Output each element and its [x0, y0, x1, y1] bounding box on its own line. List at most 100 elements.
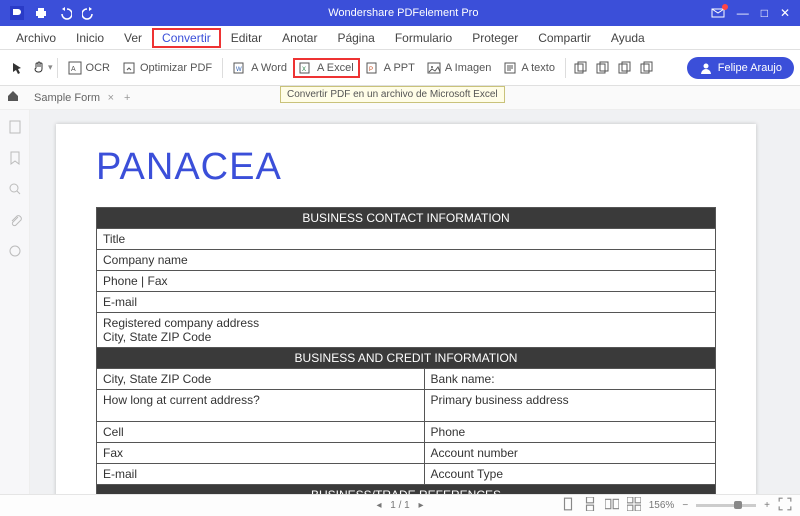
s1-row-address: Registered company address City, State Z… — [97, 313, 716, 348]
s1-row-company: Company name — [97, 250, 716, 271]
view-facing-cont-icon[interactable] — [627, 497, 641, 514]
bookmarks-icon[interactable] — [8, 151, 22, 168]
to-word-button[interactable]: W A Word — [227, 58, 293, 78]
comments-icon[interactable] — [8, 244, 22, 261]
redo-icon[interactable] — [82, 6, 96, 20]
svg-text:X: X — [302, 67, 306, 73]
section1-header: BUSINESS CONTACT INFORMATION — [97, 208, 716, 229]
side-tools — [0, 110, 30, 494]
page-prev-icon[interactable]: ◂ — [376, 500, 381, 511]
user-name-label: Felipe Araujo — [718, 62, 782, 74]
window-controls: — □ ✕ — [711, 6, 800, 20]
zoom-in-icon[interactable]: + — [764, 500, 770, 511]
menu-pagina[interactable]: Página — [327, 28, 384, 48]
to-text-label: A texto — [521, 62, 555, 74]
pointer-tool-icon[interactable] — [6, 58, 28, 78]
menu-ver[interactable]: Ver — [114, 28, 152, 48]
search-side-icon[interactable] — [8, 182, 22, 199]
svg-text:P: P — [369, 67, 373, 73]
app-title: Wondershare PDFelement Pro — [96, 7, 711, 19]
ocr-label: OCR — [86, 62, 110, 74]
tab-label: Sample Form — [34, 92, 100, 104]
to-word-label: A Word — [251, 62, 287, 74]
view-continuous-icon[interactable] — [583, 497, 597, 514]
minimize-button[interactable]: — — [737, 6, 749, 20]
menu-anotar[interactable]: Anotar — [272, 28, 327, 48]
menubar: Archivo Inicio Ver Convertir Editar Anot… — [0, 26, 800, 50]
batch-4-icon[interactable] — [636, 58, 658, 78]
to-ppt-label: A PPT — [384, 62, 415, 74]
s2-r1r: Primary business address — [424, 390, 715, 422]
hand-tool-icon[interactable] — [28, 58, 50, 78]
ocr-button[interactable]: A OCR — [62, 58, 116, 78]
to-excel-label: A Excel — [317, 62, 354, 74]
svg-text:W: W — [236, 67, 242, 73]
to-text-button[interactable]: A texto — [497, 58, 561, 78]
user-icon — [699, 61, 713, 75]
s1-row-email: E-mail — [97, 292, 716, 313]
to-ppt-button[interactable]: P A PPT — [360, 58, 421, 78]
print-icon[interactable] — [34, 6, 48, 20]
menu-compartir[interactable]: Compartir — [528, 28, 601, 48]
mail-icon[interactable] — [711, 6, 725, 20]
menu-proteger[interactable]: Proteger — [462, 28, 528, 48]
user-pill[interactable]: Felipe Araujo — [687, 57, 794, 79]
thumbnails-icon[interactable] — [8, 120, 22, 137]
s2-r3l: Fax — [97, 443, 425, 464]
svg-text:A: A — [71, 66, 76, 73]
document-tab[interactable]: Sample Form × — [26, 90, 118, 106]
batch-3-icon[interactable] — [614, 58, 636, 78]
s2-r2l: Cell — [97, 422, 425, 443]
zoom-slider[interactable] — [696, 504, 756, 507]
canvas[interactable]: PANACEA BUSINESS CONTACT INFORMATION Tit… — [30, 110, 800, 494]
view-single-icon[interactable] — [561, 497, 575, 514]
chevron-down-icon[interactable]: ▾ — [48, 62, 53, 73]
toolbar: ▾ A OCR Optimizar PDF W A Word X A Excel P A… — [0, 50, 800, 86]
zoom-value: 156% — [649, 500, 675, 511]
s2-r4r: Account Type — [424, 464, 715, 485]
s2-r3r: Account number — [424, 443, 715, 464]
menu-archivo[interactable]: Archivo — [6, 28, 66, 48]
s2-r0r: Bank name: — [424, 369, 715, 390]
s2-r2r: Phone — [424, 422, 715, 443]
app-logo-icon — [10, 6, 24, 20]
close-button[interactable]: ✕ — [780, 6, 790, 20]
menu-ayuda[interactable]: Ayuda — [601, 28, 655, 48]
menu-editar[interactable]: Editar — [221, 28, 272, 48]
undo-icon[interactable] — [58, 6, 72, 20]
page-next-icon[interactable]: ▸ — [419, 500, 424, 511]
s1-row-phone: Phone | Fax — [97, 271, 716, 292]
document-page: PANACEA BUSINESS CONTACT INFORMATION Tit… — [56, 124, 756, 494]
section3-header: BUSINESS/TRADE REFERENCES — [97, 485, 716, 495]
to-image-label: A Imagen — [445, 62, 491, 74]
zoom-out-icon[interactable]: − — [682, 500, 688, 511]
tooltip: Convertir PDF en un archivo de Microsoft… — [280, 86, 505, 103]
attachments-icon[interactable] — [8, 213, 22, 230]
fullscreen-icon[interactable] — [778, 497, 792, 514]
to-excel-button[interactable]: X A Excel — [293, 58, 360, 78]
new-tab-button[interactable]: + — [124, 92, 130, 104]
page-indicator: ◂ 1 / 1 ▸ — [376, 500, 423, 511]
optimize-pdf-button[interactable]: Optimizar PDF — [116, 58, 218, 78]
titlebar-left-icons — [0, 6, 96, 20]
workspace: PANACEA BUSINESS CONTACT INFORMATION Tit… — [0, 110, 800, 494]
titlebar: Wondershare PDFelement Pro — □ ✕ — [0, 0, 800, 26]
statusbar: ◂ 1 / 1 ▸ 156% − + — [0, 494, 800, 516]
batch-2-icon[interactable] — [592, 58, 614, 78]
menu-formulario[interactable]: Formulario — [385, 28, 462, 48]
s1-row-title: Title — [97, 229, 716, 250]
tab-close-icon[interactable]: × — [108, 92, 114, 104]
s2-r4l: E-mail — [97, 464, 425, 485]
menu-convertir[interactable]: Convertir — [152, 28, 221, 48]
optimize-label: Optimizar PDF — [140, 62, 212, 74]
menu-inicio[interactable]: Inicio — [66, 28, 114, 48]
section2-header: BUSINESS AND CREDIT INFORMATION — [97, 348, 716, 369]
to-image-button[interactable]: A Imagen — [421, 58, 497, 78]
maximize-button[interactable]: □ — [761, 6, 768, 20]
brand-heading: PANACEA — [96, 146, 716, 189]
view-facing-icon[interactable] — [605, 497, 619, 514]
home-icon[interactable] — [6, 89, 20, 106]
batch-1-icon[interactable] — [570, 58, 592, 78]
s2-r1l: How long at current address? — [97, 390, 425, 422]
page-number: 1 / 1 — [390, 500, 409, 511]
